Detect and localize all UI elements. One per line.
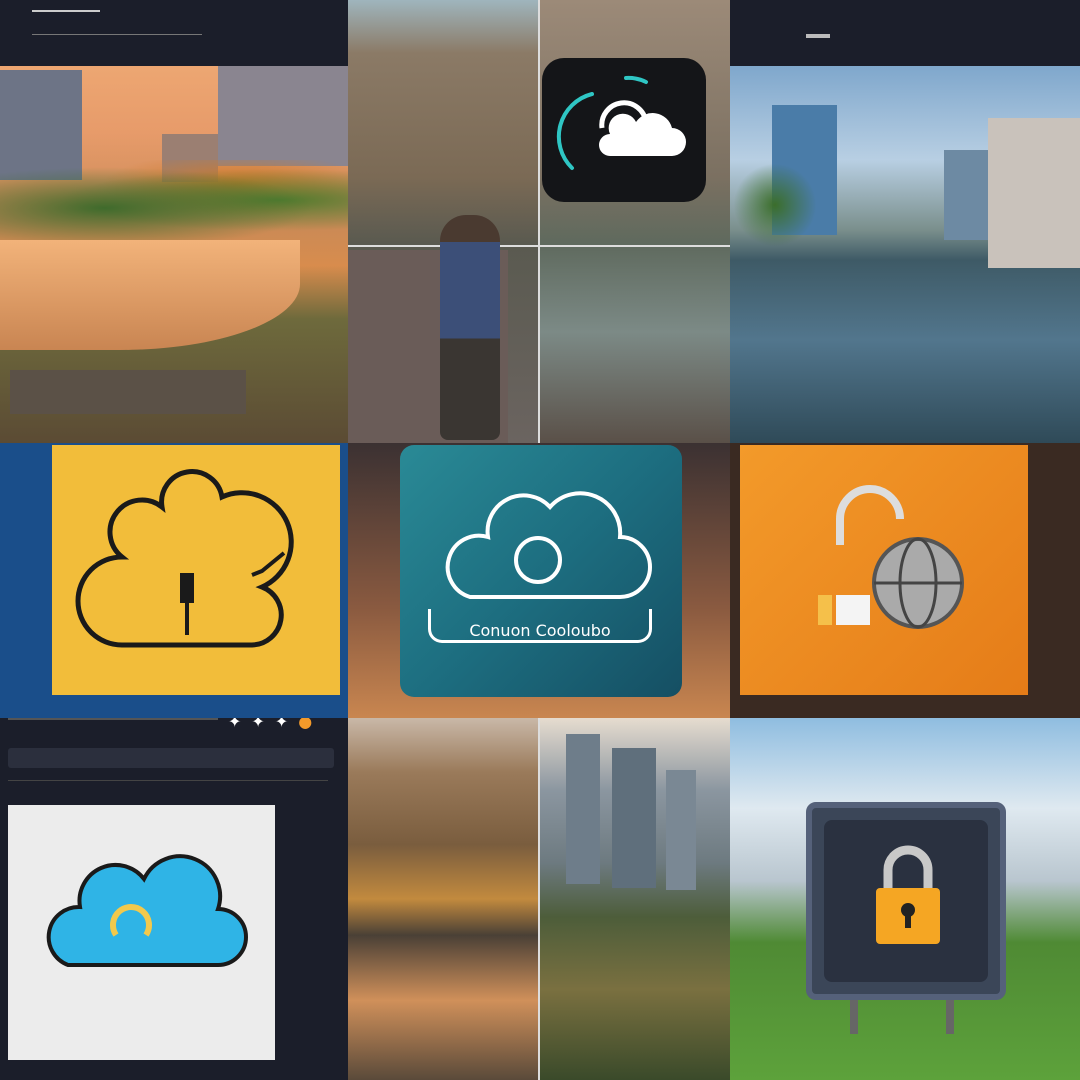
teal-cloud-tile: Conuon Cooloubo [348, 443, 730, 718]
ui-header-bar [0, 0, 348, 66]
orange-card [740, 445, 1028, 695]
city-river-tile [730, 0, 1080, 443]
cloud-card-label: Conuon Cooloubo [469, 621, 611, 640]
yellow-card [52, 445, 340, 695]
cloud-sync-icon [445, 491, 652, 599]
toolbar-icons: ✦✦✦● [228, 718, 323, 731]
sunset-lake-tile [0, 0, 348, 443]
orange-lock-tile [730, 443, 1080, 718]
lake [0, 240, 300, 350]
bench [10, 370, 246, 414]
cloud-plug-icon [75, 469, 294, 648]
building [988, 118, 1080, 268]
lock-sign [806, 802, 1006, 1000]
city-reflection-tile [348, 718, 538, 1080]
yellow-cloud-tile [0, 443, 348, 718]
blue-cloud-icon [46, 854, 248, 967]
search-input[interactable] [8, 748, 334, 768]
reflection-tile [538, 0, 730, 443]
padlock-icon [876, 845, 940, 944]
teal-card: Conuon Cooloubo [400, 445, 682, 697]
dark-ui-tile: ✦✦✦● [0, 718, 348, 1080]
unlocked-globe-icon [818, 485, 964, 629]
backpack-hiker [440, 215, 500, 440]
skyscraper [666, 770, 696, 890]
cloud-app-icon [542, 58, 706, 202]
skyscraper [944, 150, 994, 240]
skyscraper [566, 734, 600, 884]
trees [730, 160, 820, 250]
preview-card [8, 805, 275, 1060]
city-street-tile [348, 0, 538, 443]
skyscraper [612, 748, 656, 888]
trees [0, 160, 348, 240]
lock-sign-tile [730, 718, 1080, 1080]
building [218, 66, 348, 166]
skyscraper-forest-tile [538, 718, 730, 1080]
